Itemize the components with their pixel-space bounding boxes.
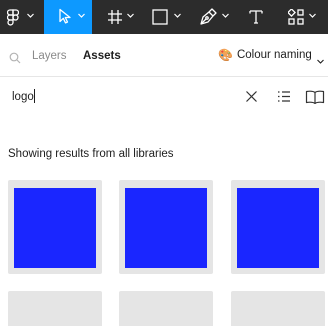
rectangle-icon <box>152 9 168 25</box>
search-icon[interactable] <box>9 51 21 69</box>
figma-logo-icon <box>7 9 19 26</box>
asset-tile[interactable] <box>119 180 213 274</box>
chevron-down-icon <box>221 11 230 20</box>
components-grid-icon <box>288 9 304 25</box>
book-icon[interactable] <box>305 90 325 109</box>
tab-assets[interactable]: Assets <box>83 49 121 63</box>
chevron-down-icon <box>173 11 182 20</box>
pen-tool-button[interactable] <box>196 0 236 34</box>
text-cursor <box>34 89 35 103</box>
tab-layers[interactable]: Layers <box>32 49 67 63</box>
palette-icon: 🎨 <box>218 48 233 62</box>
asset-tile[interactable] <box>119 291 213 326</box>
cursor-arrow-icon <box>58 8 72 24</box>
asset-tile[interactable] <box>231 180 325 274</box>
frame-tool-button[interactable] <box>104 0 144 34</box>
toolbar <box>0 0 328 34</box>
asset-tile[interactable] <box>8 180 102 274</box>
frame-hash-icon <box>107 9 123 25</box>
chevron-down-icon <box>26 11 35 20</box>
chevron-down-icon <box>126 11 135 20</box>
close-icon[interactable] <box>245 90 258 108</box>
chevron-down-icon[interactable] <box>316 53 325 71</box>
pen-nib-icon <box>199 8 217 26</box>
resources-tool-button[interactable] <box>284 0 324 34</box>
chevron-down-icon <box>77 11 86 20</box>
panel-tabs: Layers Assets 🎨 Colour naming <box>0 34 328 77</box>
asset-tile[interactable] <box>231 291 325 326</box>
text-t-icon <box>248 9 264 25</box>
asset-thumbnail <box>14 188 96 268</box>
search-input[interactable] <box>12 89 212 105</box>
asset-thumbnail <box>125 188 207 268</box>
text-tool-button[interactable] <box>244 0 270 34</box>
library-picker[interactable]: 🎨 Colour naming <box>218 48 312 62</box>
move-tool-button[interactable] <box>44 0 92 34</box>
results-scope-label: Showing results from all libraries <box>8 148 174 160</box>
asset-thumbnail <box>237 188 319 268</box>
shape-tool-button[interactable] <box>148 0 188 34</box>
list-view-icon[interactable] <box>277 90 291 108</box>
main-menu-button[interactable] <box>4 0 42 34</box>
asset-tile[interactable] <box>8 291 102 326</box>
library-picker-label: Colour naming <box>236 49 312 61</box>
chevron-down-icon <box>308 11 317 20</box>
asset-search-row <box>0 77 328 117</box>
